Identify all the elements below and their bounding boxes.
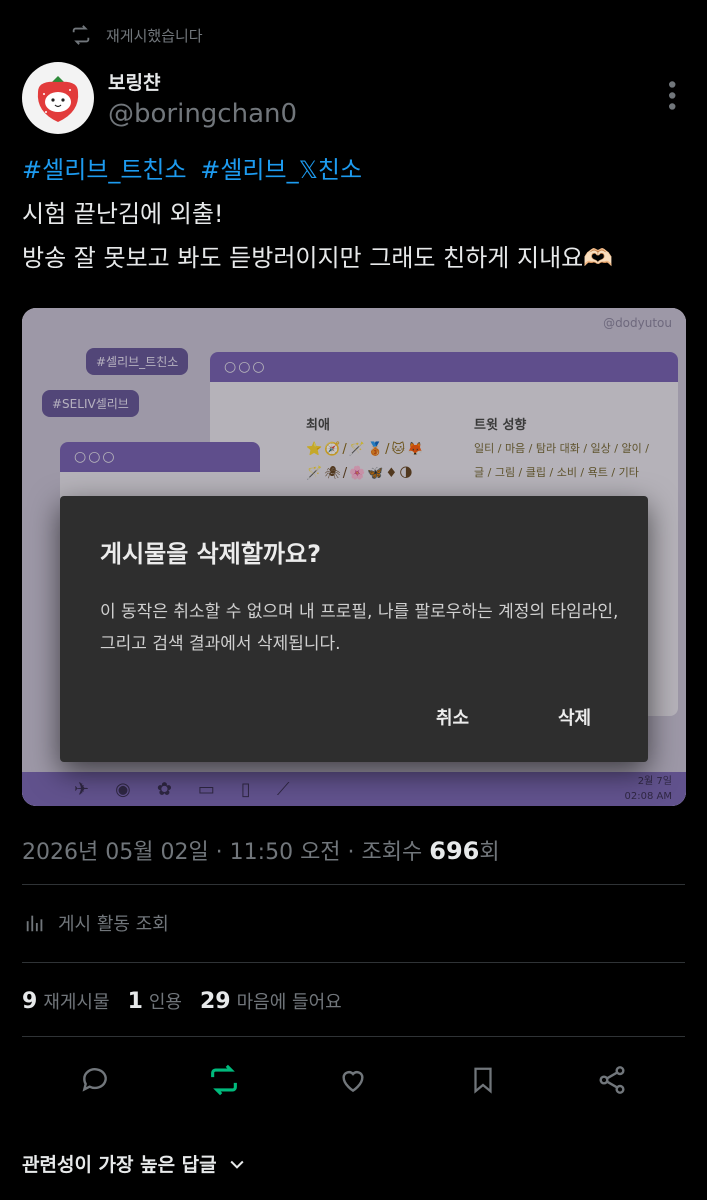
dialog-title: 게시물을 삭제할까요? <box>100 540 321 568</box>
divider <box>22 1036 685 1037</box>
more-icon[interactable]: ••• <box>658 78 683 111</box>
repost-button[interactable] <box>206 1062 242 1098</box>
divider <box>22 884 685 885</box>
post-activity-link[interactable]: 게시 활동 조회 <box>24 910 169 936</box>
bookmark-button[interactable] <box>465 1062 501 1098</box>
reply-icon <box>82 1068 107 1092</box>
reply-button[interactable] <box>77 1062 113 1098</box>
repost-label: 재게시했습니다 <box>106 26 203 45</box>
engagement-stats: 9 재게시물 1 인용 29 마음에 들어요 <box>22 988 342 1014</box>
bookmark-icon <box>474 1067 492 1094</box>
author-block[interactable]: 보링챤 @boringchan0 <box>22 62 297 134</box>
post-date[interactable]: 2026년 05월 02일 <box>22 840 209 865</box>
hashtag-link[interactable]: #셀리브_트친소 <box>22 156 187 184</box>
reply-sort-selector[interactable]: 관련성이 가장 높은 답글 <box>22 1150 247 1177</box>
post-timestamp: 2026년 05월 02일 · 11:50 오전 · 조회수 696회 <box>22 837 500 865</box>
tweet-text: #셀리브_트친소 #셀리브_𝕏친소 시험 끝난김에 외출! 방송 잘 못보고 봐… <box>22 148 682 280</box>
share-icon <box>599 1066 625 1094</box>
hashtags: #셀리브_트친소 #셀리브_𝕏친소 <box>22 148 682 192</box>
analytics-icon <box>26 915 43 932</box>
reply-sort-label: 관련성이 가장 높은 답글 <box>22 1154 217 1176</box>
quotes-stat[interactable]: 1 인용 <box>128 988 182 1014</box>
views-suffix: 회 <box>479 840 500 865</box>
activity-label: 게시 활동 조회 <box>58 914 169 935</box>
repost-indicator: 재게시했습니다 <box>70 24 203 46</box>
hashtag-link[interactable]: #셀리브_𝕏친소 <box>200 156 362 184</box>
display-name[interactable]: 보링챤 <box>108 68 297 95</box>
views-label: 조회수 <box>361 840 423 865</box>
tweet-line: 시험 끝난김에 외출! <box>22 200 224 228</box>
strawberry-cat-avatar-icon <box>37 76 79 122</box>
delete-button[interactable]: 삭제 <box>558 704 591 730</box>
action-bar <box>0 1062 707 1098</box>
like-button[interactable] <box>335 1062 371 1098</box>
like-icon <box>342 1071 365 1093</box>
repost-icon <box>211 1064 237 1096</box>
dialog-body: 이 동작은 취소할 수 없으며 내 프로필, 나를 팔로우하는 계정의 타임라인… <box>100 602 619 654</box>
post-time[interactable]: 11:50 오전 <box>230 840 341 865</box>
share-button[interactable] <box>594 1062 630 1098</box>
cancel-button[interactable]: 취소 <box>436 704 469 730</box>
delete-dialog: 게시물을 삭제할까요? 이 동작은 취소할 수 없으며 내 프로필, 나를 팔로… <box>60 496 648 762</box>
chevron-down-icon <box>230 1160 244 1169</box>
tweet-line: 방송 잘 못보고 봐도 듣방러이지만 그래도 친하게 지내요🫶🏻 <box>22 244 614 272</box>
avatar[interactable] <box>22 62 94 134</box>
likes-stat[interactable]: 29 마음에 들어요 <box>200 988 342 1014</box>
views-count: 696 <box>429 837 480 865</box>
repost-icon <box>72 25 90 45</box>
divider <box>22 962 685 963</box>
handle[interactable]: @boringchan0 <box>108 99 297 129</box>
reposts-stat[interactable]: 9 재게시물 <box>22 988 110 1014</box>
